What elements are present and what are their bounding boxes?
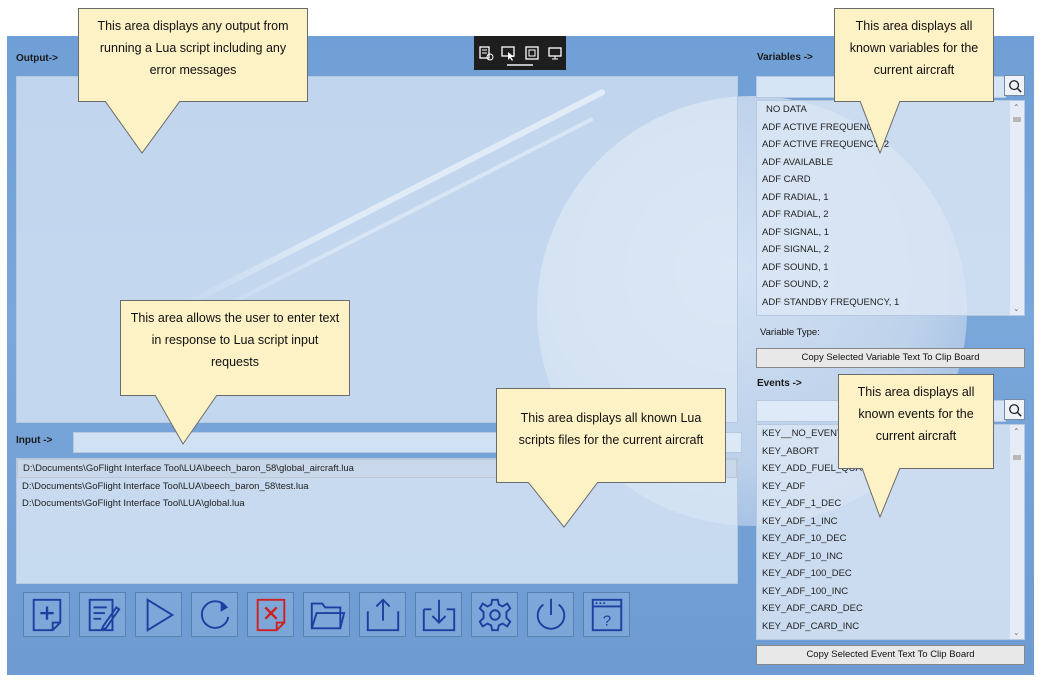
import-button[interactable] [415,592,462,637]
help-button[interactable]: ? [583,592,630,637]
scroll-down-icon[interactable]: ⌄ [1013,304,1020,313]
search-icon [1008,403,1022,417]
events-callout-pointer [862,468,901,519]
open-folder-icon [310,602,345,629]
scroll-up-icon[interactable]: ⌃ [1013,427,1020,436]
files-callout-pointer [528,482,599,528]
scroll-thumb[interactable] [1013,117,1021,122]
variables-scrollbar[interactable]: ⌃ ⌄ [1010,101,1024,315]
variable-item[interactable]: ADF SOUND, 2 [757,276,1024,294]
power-icon [536,598,565,630]
import-icon [422,599,455,631]
new-script-button[interactable] [23,592,70,637]
settings-icon [478,598,511,631]
bottom-toolbar: ? [23,592,630,637]
event-item[interactable]: KEY_ADF_CARD_DEC [757,600,1024,618]
variables-label: Variables -> [757,52,813,63]
scroll-thumb[interactable] [1013,455,1021,460]
variables-search-button[interactable] [1004,75,1025,96]
search-icon [1008,79,1022,93]
frame-icon[interactable] [524,45,540,61]
export-icon [366,597,399,631]
variable-item[interactable]: ADF SOUND, 1 [757,259,1024,277]
input-callout: This area allows the user to enter text … [120,300,350,396]
variable-item[interactable]: ADF AVAILABLE [757,154,1024,172]
scroll-up-icon[interactable]: ⌃ [1013,103,1020,112]
export-button[interactable] [359,592,406,637]
events-search-button[interactable] [1004,399,1025,420]
variables-callout-pointer [860,101,901,155]
events-callout: This area displays all known events for … [838,374,994,469]
variable-type-label: Variable Type: [760,327,820,338]
run-script-button[interactable] [135,592,182,637]
files-callout: This area displays all known Lua scripts… [496,388,726,483]
edit-script-icon [88,598,120,631]
reload-button[interactable] [191,592,238,637]
run-icon [146,597,174,632]
variable-item[interactable]: ADF SIGNAL, 2 [757,241,1024,259]
edit-script-button[interactable] [79,592,126,637]
variable-item[interactable]: ADF STANDBY FREQUENCY, 1 [757,294,1024,312]
open-folder-button[interactable] [303,592,350,637]
variable-item[interactable]: ADF CARD [757,171,1024,189]
events-scrollbar[interactable]: ⌃ ⌄ [1010,425,1024,639]
event-item[interactable]: KEY_ADF_10_INC [757,548,1024,566]
event-item[interactable]: KEY_ADF_100_DEC [757,565,1024,583]
variables-callout: This area displays all known variables f… [834,8,994,102]
delete-script-icon [256,598,285,631]
variable-item[interactable]: ADF RADIAL, 1 [757,189,1024,207]
screen-capture-icon[interactable] [547,45,563,61]
input-callout-pointer [155,395,218,445]
file-row[interactable]: D:\Documents\GoFlight Interface Tool\LUA… [17,495,737,512]
help-window-icon: ? [591,598,622,631]
event-item[interactable]: KEY_ADF_100_INC [757,583,1024,601]
reload-icon [200,599,229,629]
delete-script-button[interactable] [247,592,294,637]
output-callout-pointer [105,101,181,154]
variable-item[interactable]: ADF RADIAL, 2 [757,206,1024,224]
input-label: Input -> [16,435,53,446]
copy-variable-button[interactable]: Copy Selected Variable Text To Clip Boar… [756,348,1025,368]
svg-text:?: ? [602,612,610,629]
pointer-select-icon[interactable] [500,45,517,61]
strip-handle[interactable] [507,64,533,66]
variable-item[interactable]: ADF SIGNAL, 1 [757,224,1024,242]
power-button[interactable] [527,592,574,637]
output-label: Output-> [16,53,58,64]
scroll-down-icon[interactable]: ⌄ [1013,628,1020,637]
event-item[interactable]: KEY_ADF_10_DEC [757,530,1024,548]
settings-button[interactable] [471,592,518,637]
copy-event-button[interactable]: Copy Selected Event Text To Clip Board [756,645,1025,665]
event-item[interactable]: KEY_ADF_CARD_INC [757,618,1024,636]
select-list-icon[interactable] [478,45,494,61]
new-script-icon [32,598,61,631]
events-label: Events -> [757,378,802,389]
output-callout: This area displays any output from runni… [78,8,308,102]
